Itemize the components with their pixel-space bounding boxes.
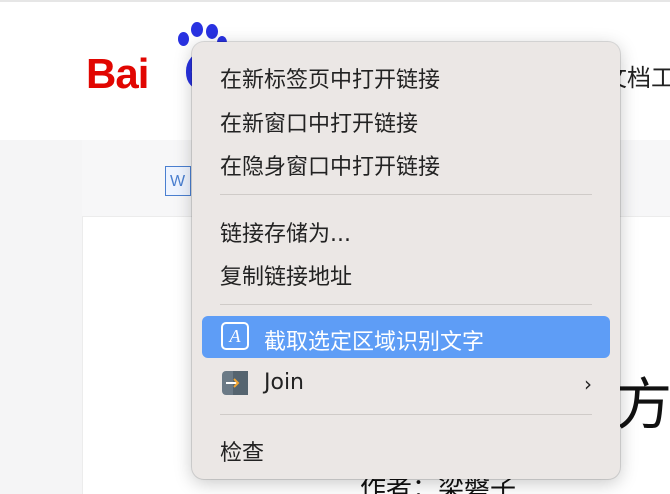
menu-item-label: 链接存储为...: [220, 222, 351, 247]
menu-separator: [220, 414, 592, 415]
menu-item-label: 复制链接地址: [220, 265, 353, 290]
menu-inspect[interactable]: 检查: [202, 427, 610, 469]
menu-item-label: 在新窗口中打开链接: [220, 112, 419, 137]
menu-separator: [220, 194, 592, 195]
menu-item-label: 在隐身窗口中打开链接: [220, 155, 441, 180]
context-menu: 在新标签页中打开链接 在新窗口中打开链接 在隐身窗口中打开链接 链接存储为...…: [192, 42, 620, 479]
menu-copy-link-address[interactable]: 复制链接地址: [202, 251, 610, 293]
menu-join-submenu[interactable]: Join ›: [202, 362, 610, 404]
chevron-right-icon: ›: [584, 372, 592, 396]
menu-capture-text-recognition[interactable]: A 截取选定区域识别文字: [202, 316, 610, 358]
menu-open-in-new-window[interactable]: 在新窗口中打开链接: [202, 98, 610, 140]
menu-item-label: 截取选定区域识别文字: [264, 330, 485, 355]
menu-item-label: Join: [264, 370, 305, 395]
join-extension-icon: [222, 371, 248, 395]
logo-text: Bai: [86, 50, 149, 97]
menu-save-link-as[interactable]: 链接存储为...: [202, 208, 610, 250]
menu-separator: [220, 304, 592, 305]
menu-item-label: 在新标签页中打开链接: [220, 68, 441, 93]
menu-item-label: 检查: [220, 441, 265, 466]
text-recognition-icon: A: [221, 322, 249, 350]
left-panel: [0, 140, 82, 494]
menu-open-in-incognito-window[interactable]: 在隐身窗口中打开链接: [202, 141, 610, 183]
menu-open-in-new-tab[interactable]: 在新标签页中打开链接: [202, 54, 610, 96]
browser-page: Bai du 文档工 W 方 作者：梁磐子 在新标签页中打开链接 在新窗口中打开…: [0, 0, 670, 494]
word-doc-icon: W: [165, 166, 191, 196]
document-title-fragment: 方: [616, 373, 670, 438]
